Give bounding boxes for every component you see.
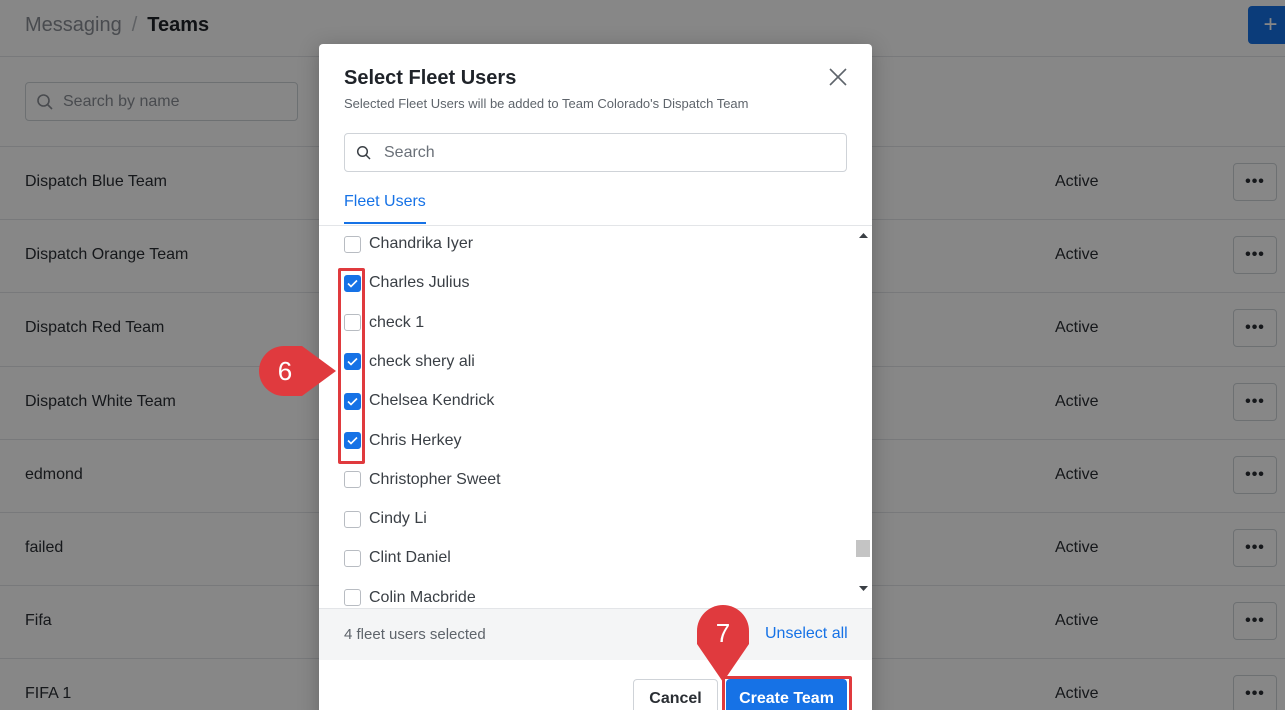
fleet-user-item[interactable]: Chelsea Kendrick	[344, 389, 494, 413]
fleet-user-name: check shery ali	[369, 352, 475, 370]
fleet-user-name: Christopher Sweet	[369, 470, 501, 488]
scroll-up-arrow	[859, 233, 868, 238]
unselect-all-link[interactable]: Unselect all	[765, 625, 848, 643]
close-icon[interactable]	[827, 66, 849, 88]
selected-count-text: 4 fleet users selected	[344, 626, 486, 643]
fleet-user-name: Charles Julius	[369, 274, 470, 292]
checkbox-unchecked[interactable]	[344, 589, 361, 607]
checkbox-unchecked[interactable]	[344, 549, 361, 567]
checkbox-unchecked[interactable]	[344, 235, 361, 253]
checkbox-highlight-box	[338, 268, 365, 464]
fleet-user-name: Chris Herkey	[369, 431, 462, 449]
scroll-down-arrow	[859, 586, 868, 591]
fleet-user-name: Clint Daniel	[369, 549, 451, 567]
fleet-user-search	[344, 133, 847, 172]
select-fleet-users-dialog: Select Fleet Users Selected Fleet Users …	[319, 44, 872, 710]
tab-fleet-users[interactable]: Fleet Users	[344, 193, 426, 224]
fleet-user-list: Chandrika Iyer Charles Julius check 1 check…	[319, 226, 872, 608]
step-6-label: 6	[277, 355, 293, 386]
dialog-title: Select Fleet Users	[344, 67, 517, 89]
fleet-user-name: Cindy Li	[369, 510, 427, 528]
fleet-user-item[interactable]: Colin Macbride	[344, 586, 476, 608]
checkbox-unchecked[interactable]	[344, 510, 361, 528]
step-6-marker: 6	[258, 345, 338, 397]
dialog-subtitle: Selected Fleet Users will be added to Te…	[344, 96, 749, 111]
fleet-user-item[interactable]: Christopher Sweet	[344, 468, 501, 492]
fleet-user-name: check 1	[369, 313, 425, 331]
fleet-user-item[interactable]: Cindy Li	[344, 507, 427, 531]
search-icon	[356, 145, 371, 160]
checkbox-unchecked[interactable]	[344, 471, 361, 489]
step-7-label: 7	[715, 617, 731, 648]
fleet-user-name: Chelsea Kendrick	[369, 392, 495, 410]
fleet-user-name: Colin Macbride	[369, 588, 476, 606]
fleet-user-name: Chandrika Iyer	[369, 235, 474, 252]
fleet-user-item[interactable]: Chandrika Iyer	[344, 232, 473, 256]
fleet-user-item[interactable]: Clint Daniel	[344, 546, 451, 570]
selection-summary-bar: 4 fleet users selected Unselect all	[319, 608, 872, 660]
step-7-marker: 7	[696, 604, 750, 684]
scroll-thumb[interactable]	[856, 540, 870, 557]
fleet-user-search-input[interactable]	[384, 143, 824, 162]
